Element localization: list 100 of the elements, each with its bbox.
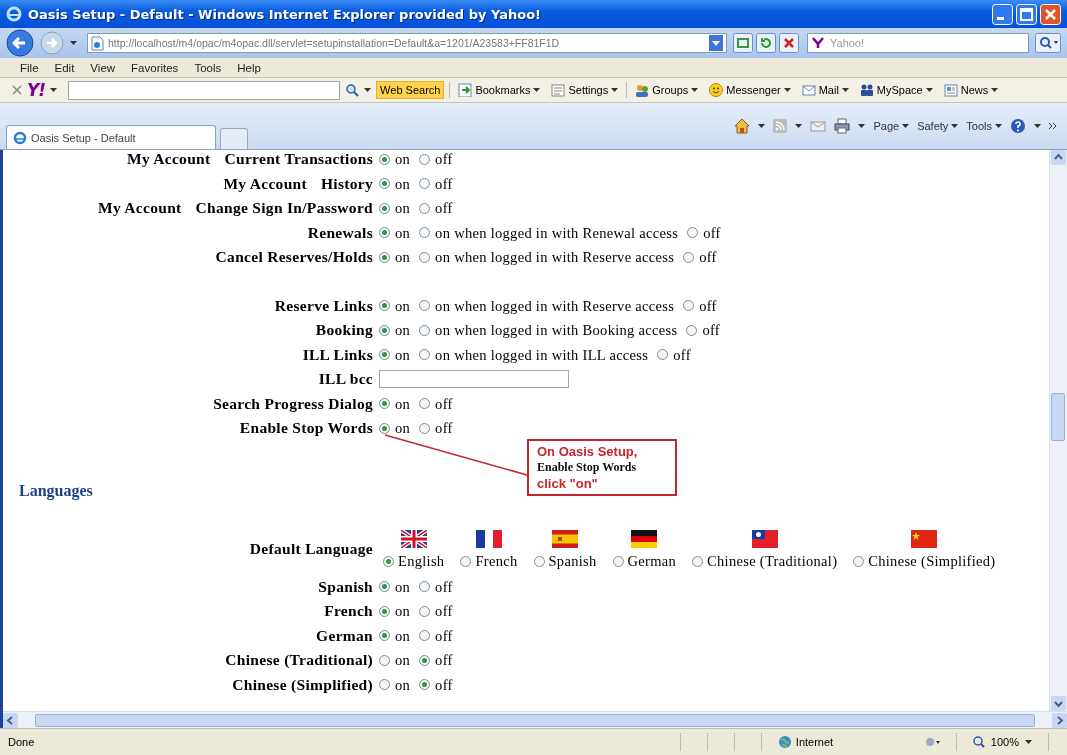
caret-icon[interactable] xyxy=(951,124,959,128)
radio-button[interactable] xyxy=(379,581,390,593)
close-button[interactable] xyxy=(1040,3,1061,25)
radio-button[interactable] xyxy=(612,555,624,567)
mail-icon[interactable] xyxy=(810,119,827,133)
radio-button[interactable] xyxy=(379,605,390,617)
radio-button[interactable] xyxy=(379,398,390,410)
radio-button[interactable] xyxy=(383,555,394,567)
command-menu[interactable]: Page xyxy=(873,120,910,132)
radio-button[interactable] xyxy=(686,324,698,336)
forward-button[interactable] xyxy=(40,31,64,55)
toolbar-item[interactable]: Mail xyxy=(818,84,839,96)
dropdown-button[interactable] xyxy=(709,35,723,51)
radio-button[interactable] xyxy=(379,300,390,312)
protected-mode-icon[interactable] xyxy=(923,735,940,749)
radio-button[interactable] xyxy=(419,300,431,312)
back-button[interactable] xyxy=(6,29,34,57)
caret-icon[interactable] xyxy=(70,41,77,45)
feed-icon[interactable] xyxy=(773,119,788,133)
caret-icon[interactable] xyxy=(995,124,1002,128)
scroll-down-icon[interactable] xyxy=(1051,696,1066,711)
radio-button[interactable] xyxy=(379,227,390,239)
radio-button[interactable] xyxy=(419,153,431,165)
radio-button[interactable] xyxy=(692,555,704,567)
radio-button[interactable] xyxy=(419,324,431,336)
caret-icon[interactable] xyxy=(783,88,791,92)
caret-icon[interactable] xyxy=(533,88,541,92)
toolbar-item[interactable]: MySpace xyxy=(876,84,923,96)
caret-icon[interactable] xyxy=(1034,124,1041,128)
radio-button[interactable] xyxy=(379,251,390,263)
radio-button[interactable] xyxy=(379,630,390,642)
printer-icon[interactable] xyxy=(834,118,851,134)
caret-icon[interactable] xyxy=(50,88,58,92)
radio-button[interactable] xyxy=(419,630,431,642)
caret-icon[interactable] xyxy=(758,124,766,128)
caret-icon[interactable] xyxy=(925,88,933,92)
menu-item[interactable]: Favorites xyxy=(125,61,185,74)
horizontal-scrollbar[interactable] xyxy=(3,711,1067,728)
caret-icon[interactable] xyxy=(364,88,372,92)
caret-icon[interactable] xyxy=(795,124,803,128)
scroll-up-icon[interactable] xyxy=(1051,150,1066,165)
chevron-icon[interactable] xyxy=(1049,122,1057,130)
radio-button[interactable] xyxy=(419,398,431,410)
toolbar-item[interactable]: Settings xyxy=(568,84,609,96)
toolbar-item[interactable]: News xyxy=(960,84,989,96)
menu-item[interactable]: Edit xyxy=(48,61,81,74)
radio-button[interactable] xyxy=(533,555,545,567)
toolbar-item[interactable]: Bookmarks xyxy=(475,84,531,96)
radio-button[interactable] xyxy=(419,349,431,361)
menu-item[interactable]: View xyxy=(84,61,122,74)
radio-button[interactable] xyxy=(379,324,390,336)
browser-tab[interactable]: Oasis Setup - Default xyxy=(6,125,216,149)
command-menu[interactable]: Tools xyxy=(966,120,1002,132)
radio-button[interactable] xyxy=(419,605,431,617)
stop-icon[interactable] xyxy=(779,33,799,53)
menu-item[interactable]: Tools xyxy=(188,61,228,74)
web-search-button[interactable]: Web Search xyxy=(376,81,445,99)
refresh-icon[interactable] xyxy=(756,33,776,53)
radio-button[interactable] xyxy=(853,555,865,567)
menu-item[interactable]: Help xyxy=(231,61,267,74)
scroll-thumb[interactable] xyxy=(35,713,1035,727)
scroll-thumb[interactable] xyxy=(1051,393,1065,441)
radio-button[interactable] xyxy=(419,654,431,666)
radio-button[interactable] xyxy=(419,178,431,190)
radio-button[interactable] xyxy=(460,555,472,567)
scroll-left-icon[interactable] xyxy=(3,712,18,728)
minimize-button[interactable] xyxy=(992,3,1013,25)
caret-icon[interactable] xyxy=(691,88,699,92)
radio-button[interactable] xyxy=(657,349,669,361)
radio-button[interactable] xyxy=(683,251,695,263)
radio-button[interactable] xyxy=(379,178,390,190)
radio-button[interactable] xyxy=(379,654,390,666)
search-icon[interactable] xyxy=(345,83,360,97)
toolbar-item[interactable]: Messenger xyxy=(726,84,781,96)
radio-button[interactable] xyxy=(419,202,431,214)
compatibility-icon[interactable] xyxy=(733,33,753,53)
zoom-icon[interactable] xyxy=(972,736,985,748)
radio-button[interactable] xyxy=(419,227,431,239)
caret-icon[interactable] xyxy=(841,88,849,92)
radio-button[interactable] xyxy=(419,251,431,263)
menu-item[interactable]: File xyxy=(14,61,45,74)
radio-button[interactable] xyxy=(419,679,431,691)
search-button[interactable] xyxy=(1035,33,1061,53)
radio-button[interactable] xyxy=(687,227,699,239)
radio-button[interactable] xyxy=(419,422,431,434)
radio-button[interactable] xyxy=(379,153,390,165)
caret-icon[interactable] xyxy=(611,88,619,92)
new-tab-button[interactable] xyxy=(220,128,248,149)
radio-button[interactable] xyxy=(379,422,390,434)
radio-button[interactable] xyxy=(379,679,390,691)
text-field[interactable] xyxy=(379,370,569,389)
toolbar-item[interactable]: Groups xyxy=(652,84,689,96)
caret-icon[interactable] xyxy=(991,88,999,92)
radio-button[interactable] xyxy=(379,349,390,361)
vertical-scrollbar[interactable] xyxy=(1049,150,1067,711)
zoom-level[interactable]: 100% xyxy=(990,736,1019,748)
search-field[interactable] xyxy=(68,80,341,100)
scroll-right-icon[interactable] xyxy=(1052,712,1067,728)
caret-icon[interactable] xyxy=(902,124,910,128)
caret-icon[interactable] xyxy=(858,124,866,128)
